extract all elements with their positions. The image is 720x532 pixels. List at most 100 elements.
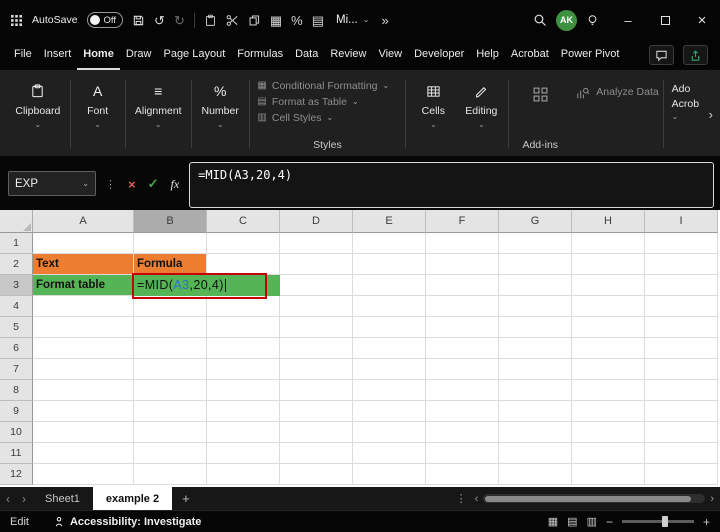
- column-header-B[interactable]: B: [134, 210, 207, 233]
- minimize-button[interactable]: –: [620, 13, 636, 28]
- sheet-nav-right-icon[interactable]: ›: [16, 492, 32, 506]
- cell-A3[interactable]: Format table: [33, 275, 134, 296]
- cell-E11[interactable]: [353, 443, 426, 464]
- row-header-8[interactable]: 8: [0, 380, 33, 401]
- row-header-9[interactable]: 9: [0, 401, 33, 422]
- scrollbar-track[interactable]: [483, 494, 705, 503]
- cell-I11[interactable]: [645, 443, 718, 464]
- cell-G2[interactable]: [499, 254, 572, 275]
- cell-B1[interactable]: [134, 233, 207, 254]
- cell-A8[interactable]: [33, 380, 134, 401]
- cell-C12[interactable]: [207, 464, 280, 485]
- cell-A12[interactable]: [33, 464, 134, 485]
- cell-C1[interactable]: [207, 233, 280, 254]
- cell-E5[interactable]: [353, 317, 426, 338]
- cell-C10[interactable]: [207, 422, 280, 443]
- cell-F4[interactable]: [426, 296, 499, 317]
- cell-A10[interactable]: [33, 422, 134, 443]
- cell-G12[interactable]: [499, 464, 572, 485]
- cell-I5[interactable]: [645, 317, 718, 338]
- row-header-5[interactable]: 5: [0, 317, 33, 338]
- cell-B7[interactable]: [134, 359, 207, 380]
- menu-tab-draw[interactable]: Draw: [120, 40, 158, 70]
- cell-F12[interactable]: [426, 464, 499, 485]
- conditional-formatting-button[interactable]: ▦ Conditional Formatting ⌄: [257, 80, 397, 92]
- paste-icon[interactable]: [204, 14, 217, 27]
- cell-H9[interactable]: [572, 401, 645, 422]
- zoom-in-button[interactable]: +: [703, 515, 710, 529]
- menu-tab-developer[interactable]: Developer: [408, 40, 470, 70]
- undo-icon[interactable]: ↺: [154, 14, 165, 27]
- cell-B10[interactable]: [134, 422, 207, 443]
- cell-D10[interactable]: [280, 422, 353, 443]
- number-group-button[interactable]: % Number ⌄: [196, 75, 245, 153]
- cell-D11[interactable]: [280, 443, 353, 464]
- row-header-2[interactable]: 2: [0, 254, 33, 275]
- sheet-nav-left-icon[interactable]: ‹: [0, 492, 16, 506]
- accessibility-status[interactable]: Accessibility: Investigate: [53, 516, 201, 528]
- cell-G7[interactable]: [499, 359, 572, 380]
- row-header-4[interactable]: 4: [0, 296, 33, 317]
- cell-G11[interactable]: [499, 443, 572, 464]
- cell-H6[interactable]: [572, 338, 645, 359]
- row-header-1[interactable]: 1: [0, 233, 33, 254]
- comments-button[interactable]: [649, 45, 674, 65]
- menu-tab-home[interactable]: Home: [77, 40, 120, 70]
- cell-C11[interactable]: [207, 443, 280, 464]
- cell-H5[interactable]: [572, 317, 645, 338]
- editing-group-button[interactable]: Editing ⌄: [458, 75, 504, 153]
- cell-B12[interactable]: [134, 464, 207, 485]
- cell-H8[interactable]: [572, 380, 645, 401]
- cell-C7[interactable]: [207, 359, 280, 380]
- cell-A7[interactable]: [33, 359, 134, 380]
- alignment-group-button[interactable]: ≡ Alignment ⌄: [130, 75, 187, 153]
- cell-H10[interactable]: [572, 422, 645, 443]
- cell-A5[interactable]: [33, 317, 134, 338]
- borders-icon[interactable]: ▤: [312, 14, 324, 27]
- column-header-E[interactable]: E: [353, 210, 426, 233]
- cell-F1[interactable]: [426, 233, 499, 254]
- cell-A6[interactable]: [33, 338, 134, 359]
- autosave-toggle[interactable]: Off: [87, 12, 124, 28]
- horizontal-scrollbar[interactable]: ‹ ›: [475, 493, 720, 505]
- share-button[interactable]: [683, 45, 708, 65]
- cell-I10[interactable]: [645, 422, 718, 443]
- cell-G8[interactable]: [499, 380, 572, 401]
- cell-G3[interactable]: [499, 275, 572, 296]
- cell-I2[interactable]: [645, 254, 718, 275]
- cell-G5[interactable]: [499, 317, 572, 338]
- cell-I1[interactable]: [645, 233, 718, 254]
- table-icon[interactable]: ▦: [270, 14, 282, 27]
- scrollbar-thumb[interactable]: [485, 496, 691, 502]
- cell-styles-button[interactable]: ▥ Cell Styles ⌄: [257, 112, 397, 124]
- ribbon-scroll-right[interactable]: ›: [706, 75, 716, 153]
- scroll-right-icon[interactable]: ›: [710, 493, 714, 505]
- menu-tab-file[interactable]: File: [8, 40, 38, 70]
- new-sheet-button[interactable]: +: [172, 491, 200, 506]
- cell-D4[interactable]: [280, 296, 353, 317]
- zoom-slider[interactable]: [622, 520, 694, 523]
- cell-D8[interactable]: [280, 380, 353, 401]
- cell-E3[interactable]: [353, 275, 426, 296]
- row-header-6[interactable]: 6: [0, 338, 33, 359]
- row-header-3[interactable]: 3: [0, 275, 33, 296]
- cell-G4[interactable]: [499, 296, 572, 317]
- zoom-slider-thumb[interactable]: [662, 516, 668, 527]
- cell-E6[interactable]: [353, 338, 426, 359]
- cell-H12[interactable]: [572, 464, 645, 485]
- cell-A1[interactable]: [33, 233, 134, 254]
- cell-F11[interactable]: [426, 443, 499, 464]
- select-all-button[interactable]: [0, 210, 33, 233]
- cell-E9[interactable]: [353, 401, 426, 422]
- enter-icon[interactable]: ✓: [148, 176, 159, 192]
- cell-H11[interactable]: [572, 443, 645, 464]
- column-header-H[interactable]: H: [572, 210, 645, 233]
- cell-B4[interactable]: [134, 296, 207, 317]
- cell-H2[interactable]: [572, 254, 645, 275]
- cell-G6[interactable]: [499, 338, 572, 359]
- save-icon[interactable]: [132, 14, 145, 27]
- row-header-12[interactable]: 12: [0, 464, 33, 485]
- cell-I3[interactable]: [645, 275, 718, 296]
- cell-D2[interactable]: [280, 254, 353, 275]
- percent-style-icon[interactable]: %: [291, 14, 303, 27]
